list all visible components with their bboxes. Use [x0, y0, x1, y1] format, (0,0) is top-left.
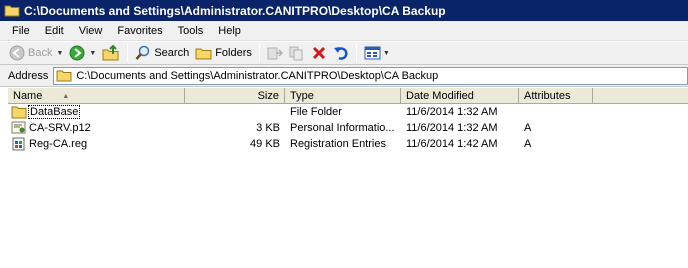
list-item[interactable]: Reg-CA.reg 49 KB Registration Entries 11…: [8, 136, 688, 152]
window-title: C:\Documents and Settings\Administrator.…: [24, 3, 446, 18]
list-item[interactable]: DataBase File Folder 11/6/2014 1:32 AM: [8, 104, 688, 120]
folders-icon: [195, 48, 212, 60]
file-type: Registration Entries: [290, 138, 386, 150]
toolbar-separator: [355, 44, 357, 62]
menu-edit[interactable]: Edit: [39, 23, 70, 39]
file-date: 11/6/2014 1:42 AM: [406, 138, 498, 150]
column-date-label: Date Modified: [406, 90, 474, 102]
undo-button[interactable]: [330, 43, 352, 63]
folder-icon: [11, 106, 27, 119]
column-size-label: Size: [257, 90, 279, 102]
folders-label: Folders: [215, 47, 252, 59]
back-button[interactable]: Back ▼: [6, 43, 66, 63]
views-dropdown-icon[interactable]: ▼: [383, 50, 390, 57]
title-bar[interactable]: C:\Documents and Settings\Administrator.…: [0, 0, 688, 21]
move-to-button[interactable]: [264, 43, 286, 63]
certificate-icon: [11, 121, 26, 134]
file-name: Reg-CA.reg: [29, 138, 88, 150]
file-size: 49 KB: [250, 138, 280, 150]
column-date-header[interactable]: Date Modified: [401, 88, 519, 104]
up-folder-icon: [102, 45, 119, 61]
column-name-header[interactable]: Name ▲: [8, 88, 185, 104]
column-name-label: Name: [13, 90, 43, 102]
address-field[interactable]: C:\Documents and Settings\Administrator.…: [53, 66, 688, 85]
menu-view[interactable]: View: [73, 23, 109, 39]
forward-arrow-icon: [69, 45, 85, 61]
file-name: CA-SRV.p12: [29, 122, 91, 134]
column-size-header[interactable]: Size: [185, 88, 285, 104]
back-label: Back: [28, 47, 53, 59]
sort-ascending-icon: ▲: [62, 92, 70, 100]
file-attributes: A: [524, 138, 532, 150]
views-button[interactable]: ▼: [361, 43, 393, 63]
forward-dropdown-icon[interactable]: ▼: [89, 50, 96, 57]
menu-help[interactable]: Help: [212, 23, 247, 39]
folder-icon: [4, 5, 20, 17]
views-icon: [364, 46, 381, 60]
address-value: C:\Documents and Settings\Administrator.…: [76, 69, 439, 82]
file-size: 3 KB: [256, 122, 280, 134]
menu-favorites[interactable]: Favorites: [111, 23, 168, 39]
delete-icon: [312, 46, 325, 60]
toolbar-separator: [127, 44, 129, 62]
file-name: DataBase: [27, 105, 81, 119]
column-type-header[interactable]: Type: [285, 88, 401, 104]
undo-icon: [333, 47, 348, 60]
menu-tools[interactable]: Tools: [172, 23, 210, 39]
column-filler: [593, 88, 688, 104]
file-date: 11/6/2014 1:32 AM: [406, 106, 498, 118]
search-icon: [135, 45, 150, 60]
file-list: DataBase File Folder 11/6/2014 1:32 AM C…: [8, 104, 688, 152]
column-attributes-label: Attributes: [524, 90, 571, 102]
copy-to-button[interactable]: [286, 43, 308, 63]
column-header: Name ▲ Size Type Date Modified Attribute…: [8, 88, 688, 104]
folder-icon: [56, 70, 72, 82]
file-type: File Folder: [290, 106, 342, 118]
folders-button[interactable]: Folders: [192, 43, 255, 63]
forward-button[interactable]: ▼: [66, 43, 99, 63]
copy-to-icon: [289, 46, 303, 61]
file-attributes: A: [524, 122, 532, 134]
address-label: Address: [8, 69, 49, 82]
back-arrow-icon: [9, 45, 25, 61]
toolbar-separator: [258, 44, 260, 62]
registry-icon: [12, 137, 25, 151]
delete-button[interactable]: [308, 43, 330, 63]
file-date: 11/6/2014 1:32 AM: [406, 122, 498, 134]
column-type-label: Type: [290, 90, 314, 102]
menu-bar: File Edit View Favorites Tools Help: [0, 21, 688, 41]
address-bar: Address C:\Documents and Settings\Admini…: [0, 65, 688, 87]
move-to-icon: [267, 47, 283, 60]
up-folder-button[interactable]: [99, 43, 123, 63]
toolbar: Back ▼ ▼ Search Folders ▼: [0, 41, 688, 65]
search-button[interactable]: Search: [132, 43, 192, 63]
menu-file[interactable]: File: [6, 23, 36, 39]
list-item[interactable]: CA-SRV.p12 3 KB Personal Informatio... 1…: [8, 120, 688, 136]
back-dropdown-icon[interactable]: ▼: [56, 50, 63, 57]
column-attributes-header[interactable]: Attributes: [519, 88, 593, 104]
file-type: Personal Informatio...: [290, 122, 395, 134]
search-label: Search: [154, 47, 190, 59]
